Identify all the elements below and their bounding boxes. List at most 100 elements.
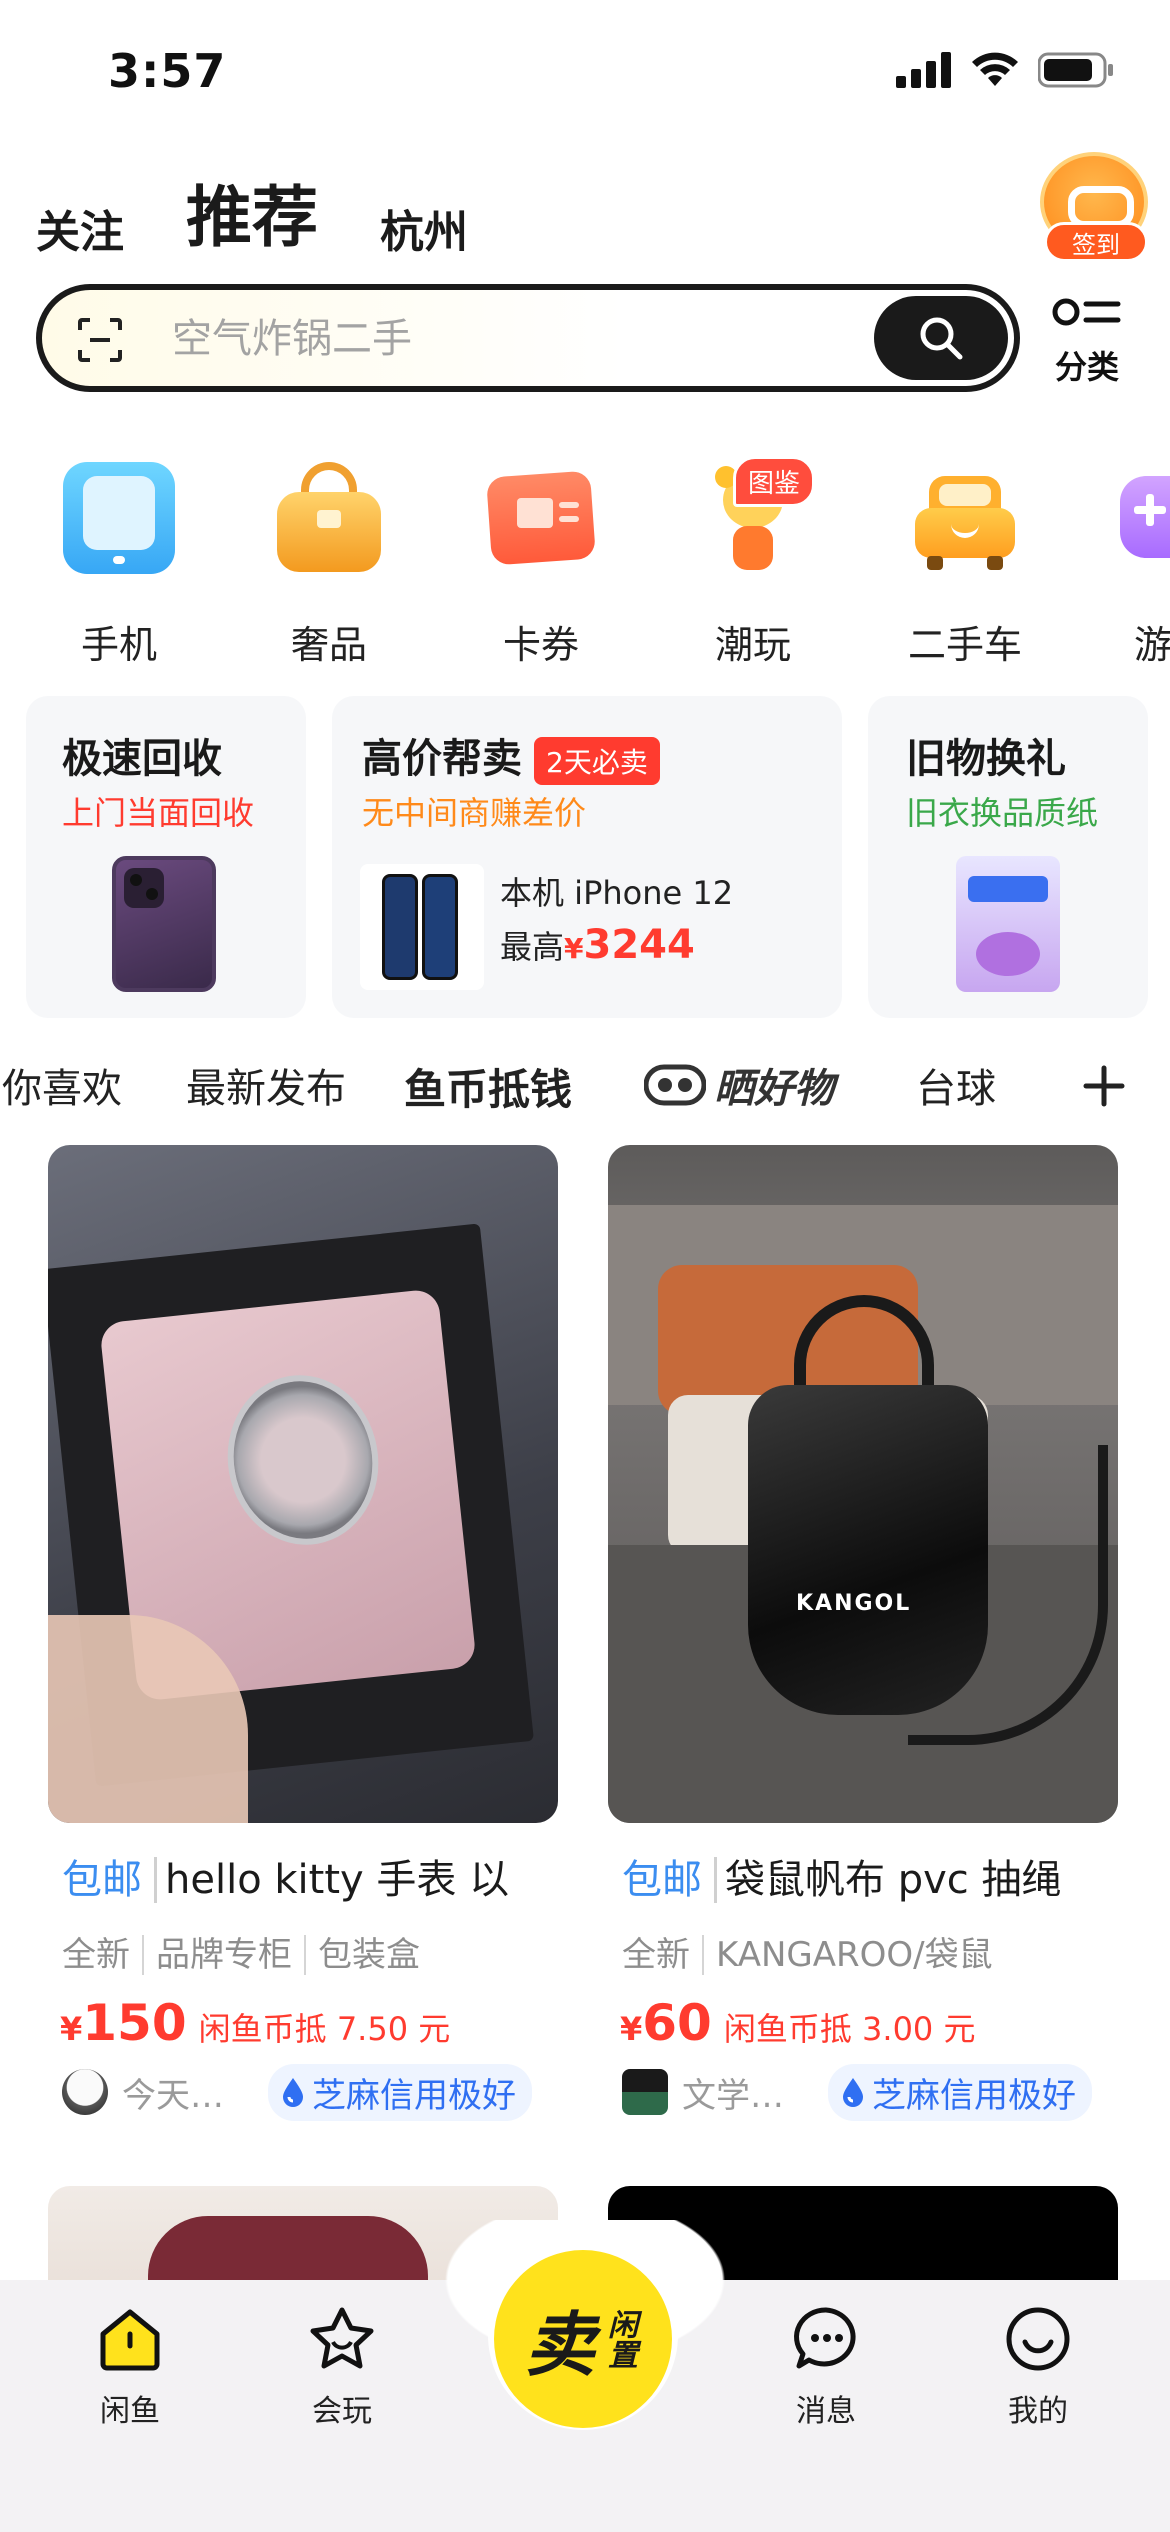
product-image[interactable] — [48, 1145, 558, 1823]
promo-price-label: 最高 — [500, 928, 565, 966]
product-title-text: hello kitty 手表 以 — [165, 1857, 510, 1903]
free-shipping-label: 包邮 — [62, 1857, 157, 1903]
iphone-image — [360, 864, 484, 990]
category-item-luxury[interactable]: 奢品 — [244, 456, 414, 669]
sell-button-label: 卖 — [525, 2303, 595, 2386]
smile-face-icon — [1006, 2307, 1070, 2371]
nav-label: 消息 — [796, 2394, 856, 2429]
category-label: 潮玩 — [714, 623, 791, 667]
phone-icon — [63, 462, 175, 574]
feed-tab-billiards[interactable]: 台球 — [916, 1056, 996, 1114]
product-tags: 全新 品牌专柜 包装盒 — [62, 1927, 558, 1976]
battery-icon — [1038, 52, 1113, 88]
game-icon — [1120, 462, 1170, 574]
promo-subtitle: 上门当面回收 — [62, 794, 255, 832]
nav-home[interactable]: 闲鱼 — [60, 2304, 200, 2430]
category-item-phone[interactable]: 手机 — [34, 456, 204, 669]
bag-brand-text: KANGOL — [796, 1591, 912, 1616]
category-row: 手机 奢品 卡券 图鉴 潮玩 二手车 游 — [0, 456, 1170, 667]
category-label: 分类 — [1054, 348, 1119, 386]
category-label: 二手车 — [907, 623, 1022, 667]
price-value: 60 — [642, 1994, 712, 2052]
scan-icon[interactable] — [76, 316, 124, 364]
price-value: 150 — [82, 1994, 187, 2052]
product-card[interactable]: KANGOL 包邮 袋鼠帆布 pvc 抽绳 全新 KANGAROO/袋鼠 ¥60 闲鱼… — [608, 1145, 1118, 2121]
tab-city[interactable]: 杭州 — [380, 196, 468, 260]
search-button[interactable] — [874, 296, 1008, 380]
drop-icon — [283, 2078, 303, 2107]
product-card[interactable]: 包邮 hello kitty 手表 以 全新 品牌专柜 包装盒 ¥150 闲鱼币抵 7.… — [48, 1145, 558, 2121]
status-icons — [896, 52, 1114, 88]
car-icon — [909, 462, 1021, 574]
smile-star-icon — [310, 2307, 374, 2369]
promo-title: 旧物换礼 — [906, 736, 1066, 782]
product-price: ¥150 闲鱼币抵 7.50 元 — [60, 1994, 558, 2052]
product-image[interactable]: KANGOL — [608, 1145, 1118, 1823]
drop-icon — [843, 2078, 863, 2107]
feed-tab-like[interactable]: 你喜欢 — [2, 1056, 122, 1114]
search-input[interactable] — [172, 312, 852, 366]
category-label: 手机 — [80, 623, 157, 667]
product-title-text: 袋鼠帆布 pvc 抽绳 — [725, 1857, 1062, 1903]
category-item-toys[interactable]: 图鉴 潮玩 — [668, 456, 838, 669]
product-tag: 包装盒 — [304, 1935, 420, 1975]
promo-title: 高价帮卖 2天必卖 — [362, 726, 660, 785]
category-item-used-car[interactable]: 二手车 — [880, 456, 1050, 669]
tab-follow[interactable]: 关注 — [36, 196, 124, 260]
promo-device: 本机 iPhone 12 — [500, 874, 734, 912]
status-bar: 3:57 — [0, 0, 1170, 140]
message-icon — [794, 2307, 856, 2369]
toy-icon: 图鉴 — [697, 456, 815, 574]
product-title[interactable]: 包邮 袋鼠帆布 pvc 抽绳 — [608, 1847, 1118, 1905]
credit-badge: 芝麻信用极好 — [828, 2063, 1092, 2121]
sell-button[interactable]: 卖 闲置 — [494, 2250, 672, 2428]
avatar[interactable] — [622, 2069, 668, 2115]
promo-price-value: 3244 — [583, 922, 695, 968]
nav-messages[interactable]: 消息 — [756, 2304, 896, 2430]
category-icon — [1052, 298, 1121, 326]
seller-row[interactable]: 今天… 芝麻信用极好 — [62, 2063, 558, 2121]
product-title[interactable]: 包邮 hello kitty 手表 以 — [48, 1847, 558, 1905]
category-item-coupon[interactable]: 卡券 — [456, 456, 626, 669]
nav-label: 我的 — [1008, 2394, 1068, 2429]
price-currency: ¥ — [60, 2010, 83, 2048]
promo-price: 最高¥3244 — [500, 922, 695, 968]
nav-label: 闲鱼 — [100, 2394, 160, 2429]
credit-label: 芝麻信用极好 — [872, 2075, 1076, 2116]
nav-profile[interactable]: 我的 — [968, 2304, 1108, 2430]
checkin-button[interactable]: 签到 — [1034, 152, 1152, 264]
feed-tab-showoff[interactable]: 晒好物 — [644, 1056, 834, 1114]
nav-label: 会玩 — [312, 2394, 372, 2429]
status-time: 3:57 — [108, 44, 227, 98]
category-item-games[interactable]: 游 — [1090, 456, 1170, 669]
nav-play[interactable]: 会玩 — [272, 2304, 412, 2430]
promo-price-currency: ¥ — [564, 932, 584, 965]
category-label: 卡券 — [502, 623, 579, 667]
promo-card-exchange[interactable]: 旧物换礼 旧衣换品质纸 — [868, 696, 1148, 1018]
promo-title-text: 高价帮卖 — [362, 736, 522, 782]
free-shipping-label: 包邮 — [622, 1857, 717, 1903]
category-entry[interactable]: 分类 — [1044, 292, 1130, 388]
search-bar[interactable] — [36, 284, 1020, 392]
feed-tabs: 你喜欢 最新发布 鱼币抵钱 晒好物 台球 — [0, 1050, 1170, 1118]
checkin-label: 签到 — [1044, 222, 1148, 262]
product-tag: 品牌专柜 — [142, 1935, 292, 1975]
tab-recommend[interactable]: 推荐 — [186, 164, 318, 260]
promo-subtitle: 旧衣换品质纸 — [906, 794, 1099, 832]
avatar[interactable] — [62, 2069, 108, 2115]
wifi-icon — [972, 52, 1018, 86]
add-tab-button[interactable] — [1082, 1050, 1126, 1122]
feed-tab-latest[interactable]: 最新发布 — [186, 1056, 346, 1114]
seller-name: 今天… — [122, 2075, 224, 2116]
coin-discount: 闲鱼币抵 7.50 元 — [198, 2010, 451, 2048]
feed-tab-coins[interactable]: 鱼币抵钱 — [404, 1056, 572, 1117]
promo-card-sell[interactable]: 高价帮卖 2天必卖 无中间商赚差价 本机 iPhone 12 最高¥3244 — [332, 696, 842, 1018]
product-tag: 全新 — [62, 1935, 130, 1975]
seller-row[interactable]: 文学… 芝麻信用极好 — [622, 2063, 1118, 2121]
price-currency: ¥ — [620, 2010, 643, 2048]
promo-card-recycle[interactable]: 极速回收 上门当面回收 — [26, 696, 306, 1018]
promo-badge: 2天必卖 — [534, 737, 660, 785]
promo-subtitle: 无中间商赚差价 — [362, 794, 587, 832]
sell-button-sublabel: 闲置 — [602, 2309, 637, 2369]
cellular-signal-icon — [896, 52, 951, 88]
